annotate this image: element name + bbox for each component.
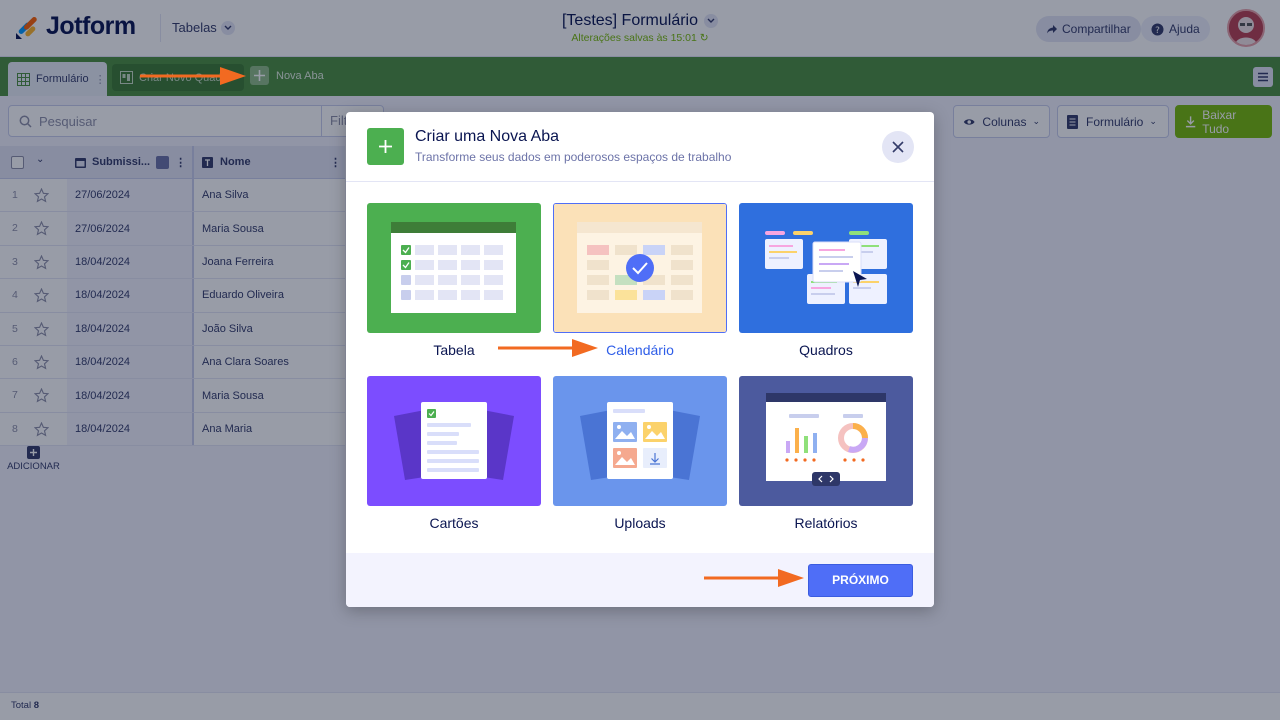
- calendar-illustration: [554, 204, 726, 332]
- create-tab-modal: Criar uma Nova Aba Transforme seus dados…: [346, 112, 934, 607]
- uploads-illustration: [553, 376, 727, 506]
- option-label-reports: Relatórios: [794, 515, 858, 531]
- annotation-arrow-new-tab: [140, 67, 246, 85]
- table-illustration: [367, 203, 541, 333]
- option-card-boards[interactable]: [739, 203, 913, 333]
- annotation-arrow-next: [704, 569, 804, 587]
- option-card-uploads[interactable]: [553, 376, 727, 506]
- modal-header: Criar uma Nova Aba Transforme seus dados…: [346, 112, 934, 182]
- boards-illustration: [739, 203, 913, 333]
- annotation-arrow-calendar: [498, 339, 598, 357]
- modal-title: Criar uma Nova Aba: [415, 128, 560, 145]
- next-button[interactable]: PRÓXIMO: [808, 564, 913, 597]
- option-card-reports[interactable]: [739, 376, 913, 506]
- option-card-cards[interactable]: [367, 376, 541, 506]
- plus-icon: [367, 128, 404, 165]
- option-label-uploads: Uploads: [614, 515, 666, 531]
- close-button[interactable]: [882, 131, 914, 163]
- modal-footer: PRÓXIMO: [346, 553, 934, 607]
- cards-illustration: [367, 376, 541, 506]
- option-label-boards: Quadros: [799, 342, 853, 358]
- modal-subtitle: Transforme seus dados em poderosos espaç…: [415, 150, 732, 164]
- option-card-table[interactable]: [367, 203, 541, 333]
- close-icon: [892, 141, 904, 153]
- option-card-calendar[interactable]: [553, 203, 727, 333]
- option-label-cards: Cartões: [429, 515, 479, 531]
- reports-illustration: [739, 376, 913, 506]
